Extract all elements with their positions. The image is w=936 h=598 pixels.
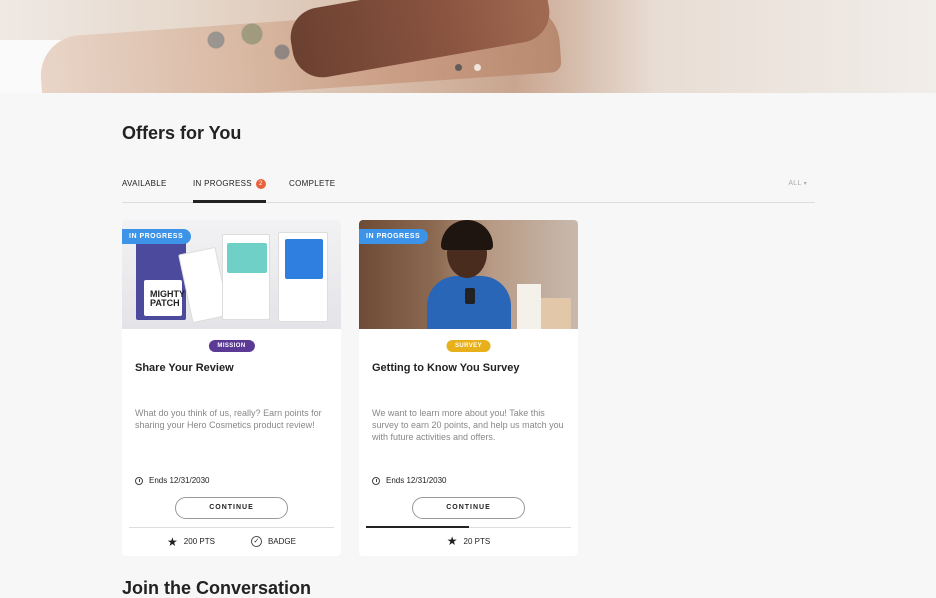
end-date-label: Ends 12/31/2030 (149, 476, 210, 485)
badge-label: BADGE (267, 537, 296, 546)
offers-title: Offers for You (122, 123, 242, 143)
star-icon: ★ (167, 534, 178, 549)
hero-image-tattoo (180, 10, 300, 70)
carousel-dots (455, 64, 481, 71)
filter-label: ALL (788, 180, 802, 187)
offers-tabs: AVAILABLE IN PROGRESS 2 COMPLETE ALL ▾ (122, 174, 815, 203)
points-reward: ★ 20 PTS (446, 534, 491, 548)
tab-in-progress-label: IN PROGRESS (193, 179, 252, 188)
progress-fill (366, 526, 469, 528)
clock-icon (135, 476, 143, 485)
status-badge: IN PROGRESS (122, 229, 192, 244)
status-badge: IN PROGRESS (359, 229, 429, 244)
product-box (222, 234, 270, 320)
product-box: MIGHTY PATCH (136, 240, 186, 320)
star-icon: ★ (446, 534, 458, 548)
card-title: Getting to Know You Survey (372, 362, 520, 374)
tab-available[interactable]: AVAILABLE (122, 179, 167, 188)
offer-card-share-review[interactable]: MIGHTY PATCH IN PROGRESS MISSION Share Y… (122, 220, 341, 556)
badge-reward: ✓ BADGE (250, 536, 296, 547)
progress-bar (129, 527, 334, 528)
end-date: Ends 12/31/2030 (372, 476, 447, 485)
continue-button[interactable]: CONTINUE (412, 497, 525, 519)
rewards: ★ 200 PTS ✓ BADGE (122, 534, 341, 549)
shopping-bag-image (517, 284, 541, 329)
clock-icon (372, 476, 380, 485)
type-badge: MISSION (208, 340, 255, 352)
progress-bar (366, 526, 571, 528)
end-date: Ends 12/31/2030 (135, 476, 210, 485)
continue-button[interactable]: CONTINUE (175, 497, 288, 519)
tab-in-progress[interactable]: IN PROGRESS 2 (193, 179, 266, 189)
points-label: 200 PTS (183, 537, 215, 546)
check-circle-icon: ✓ (250, 536, 262, 547)
end-date-label: Ends 12/31/2030 (386, 476, 447, 485)
points-reward: ★ 200 PTS (167, 534, 215, 549)
carousel-dot[interactable] (455, 64, 462, 71)
tab-complete[interactable]: COMPLETE (289, 179, 335, 188)
carousel-dot[interactable] (474, 64, 481, 71)
shopping-bag-image (541, 298, 571, 329)
points-label: 20 PTS (463, 536, 491, 546)
chevron-down-icon: ▾ (803, 181, 807, 187)
card-title: Share Your Review (135, 362, 234, 374)
card-description: We want to learn more about you! Take th… (372, 408, 564, 442)
filter-dropdown[interactable]: ALL ▾ (788, 180, 807, 187)
brand-text: MIGHTY PATCH (150, 289, 185, 308)
tab-count-badge: 2 (255, 179, 266, 189)
product-box (278, 232, 328, 322)
offer-card-image: MIGHTY PATCH IN PROGRESS (122, 220, 341, 329)
card-description: What do you think of us, really? Earn po… (135, 408, 322, 430)
offer-card-survey[interactable]: IN PROGRESS SURVEY Getting to Know You S… (359, 220, 578, 556)
join-conversation-title: Join the Conversation (122, 578, 312, 598)
type-badge: SURVEY (446, 340, 491, 352)
active-tab-indicator (193, 200, 266, 203)
offer-card-image: IN PROGRESS (359, 220, 578, 329)
hero-banner (0, 0, 936, 93)
rewards: ★ 20 PTS (359, 534, 578, 548)
